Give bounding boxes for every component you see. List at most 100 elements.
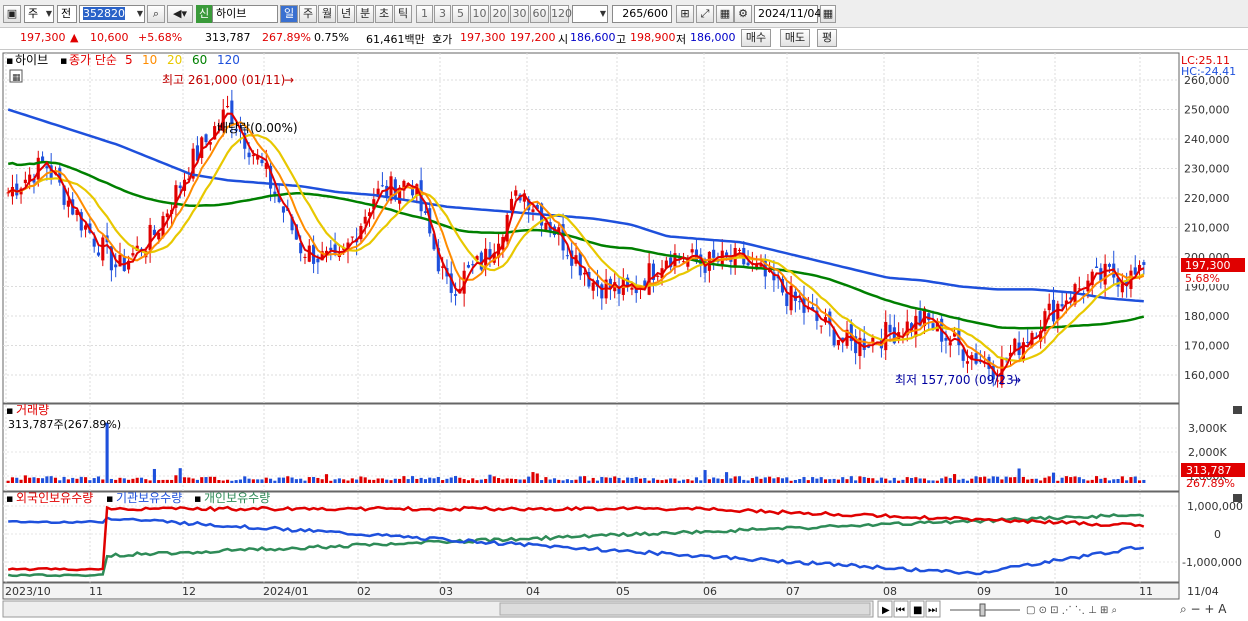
window-icon[interactable]: ▣ (3, 5, 21, 23)
search-icon[interactable]: ⌕ (147, 5, 165, 23)
volume-bar (587, 480, 591, 483)
holding-legend-item: 기관보유수량 (116, 491, 182, 505)
volume-bar (638, 478, 643, 483)
volume-bar (312, 476, 316, 483)
volume-bar (453, 476, 458, 483)
volume-bar (243, 476, 247, 483)
volume-bar (686, 479, 690, 483)
panel-settings-icon[interactable]: ▪ (6, 54, 13, 67)
gear-icon[interactable]: ⚙ (734, 5, 752, 23)
volume-bar (561, 480, 565, 483)
volume-bar (385, 479, 389, 483)
volume-bar (221, 480, 225, 483)
zoom-slider-handle[interactable] (979, 603, 986, 617)
zoom-icon[interactable]: ⤢ (696, 5, 714, 23)
interval-button-120[interactable]: 120 (550, 5, 572, 23)
grid-icon[interactable]: ▦ (716, 5, 734, 23)
stock-code-input[interactable]: 352820 ▼ (79, 5, 145, 23)
chevron-down-icon[interactable]: ▼ (137, 6, 143, 22)
period-button-1[interactable]: 주 (299, 5, 317, 23)
current-price: 197,300 (20, 31, 66, 44)
zoom-controls-icon[interactable]: ⌕ − + A (1180, 602, 1227, 616)
volume-bar (66, 479, 70, 483)
candle-body (66, 200, 70, 207)
volume-bar (178, 468, 182, 483)
period-button-3[interactable]: 년 (337, 5, 355, 23)
volume-bar (45, 476, 49, 483)
count-field[interactable]: 265/600 (612, 5, 672, 23)
period-button-4[interactable]: 분 (356, 5, 374, 23)
volume-bar (953, 474, 957, 483)
volume-bar (1073, 476, 1077, 483)
interval-select[interactable]: ▼ (572, 5, 608, 23)
candle-body (114, 264, 118, 268)
main-toolbar: ▣ 주 ▼ 전 352820 ▼ ⌕ ◀▾ 신 하이브 일주월년분초틱 1 3 5 10 2… (0, 0, 1248, 28)
type-select[interactable]: 전 (57, 5, 77, 23)
eval-button[interactable]: 평 (817, 29, 837, 47)
volume-bar (626, 477, 630, 483)
volume-bar (256, 479, 260, 483)
calendar-icon[interactable]: ▦ (820, 5, 836, 23)
x-tick-label: 10 (1054, 585, 1068, 598)
volume-bar (118, 477, 122, 483)
candle-body (84, 225, 88, 230)
volume-bar (733, 476, 737, 483)
candle-body (165, 213, 169, 218)
volume-bar (6, 480, 10, 483)
sell-button[interactable]: 매도 (780, 29, 810, 47)
type-select-value: 전 (61, 7, 72, 20)
mode-select[interactable]: 주 ▼ (24, 5, 54, 23)
interval-button-20[interactable]: 20 (490, 5, 509, 23)
volume-bar (841, 477, 845, 483)
buy-button[interactable]: 매수 (741, 29, 771, 47)
rewind-glyph: ⏮ (896, 605, 905, 616)
volume-bar (540, 480, 544, 483)
candle-body (798, 301, 802, 303)
stock-name-field[interactable]: 하이브 (212, 5, 278, 23)
speaker-icon[interactable]: ◀▾ (167, 5, 193, 23)
period-button-2[interactable]: 월 (318, 5, 336, 23)
interval-button-60[interactable]: 60 (530, 5, 549, 23)
volume-bar (333, 479, 337, 483)
volume-bar (617, 477, 621, 483)
stock-chart[interactable]: ▪ 하이브 ▪ 종가 단순 5 10 20 60 120 ▦ LC:25.11 HC:-… (0, 51, 1248, 621)
interval-button-3[interactable]: 3 (434, 5, 451, 23)
period-button-0[interactable]: 일 (280, 5, 298, 23)
x-tick-label: 07 (786, 585, 800, 598)
crosshair-icon[interactable]: ⊞ (676, 5, 694, 23)
interval-button-5[interactable]: 5 (452, 5, 469, 23)
interval-button-1[interactable]: 1 (416, 5, 433, 23)
dividend-label: 배당락(0.00%) (217, 121, 298, 135)
candle-body (303, 256, 307, 258)
candle-body (15, 183, 19, 196)
volume-bar (772, 478, 776, 483)
volume-bar (471, 478, 475, 483)
candle-body (96, 252, 101, 256)
volume-bar (10, 477, 15, 483)
volume-bar (996, 476, 1000, 483)
volume-bar (466, 480, 471, 483)
volume-bar (570, 480, 574, 483)
candle-body (329, 247, 333, 250)
scrollbar-thumb[interactable] (499, 602, 871, 616)
volume-bar (208, 476, 212, 483)
tool-icons[interactable]: ▢ ⊙ ⊡ ⋰ ⋱ ⊥ ⊞ ⌕ (1026, 605, 1117, 616)
date-field[interactable]: 2024/11/04 (754, 5, 821, 23)
volume-bar (660, 480, 664, 483)
period-button-5[interactable]: 초 (375, 5, 393, 23)
open-label: 시 (558, 33, 569, 46)
volume-bar (359, 476, 363, 483)
volume-bar (402, 476, 406, 483)
volume-bar (613, 476, 617, 483)
stock-name-value: 하이브 (216, 7, 247, 20)
holding-tick-label: -1,000,000 (1182, 556, 1242, 569)
period-button-6[interactable]: 틱 (394, 5, 412, 23)
volume-bar (690, 480, 694, 483)
volume-bar (974, 476, 978, 483)
candle-body (914, 315, 918, 337)
interval-button-30[interactable]: 30 (510, 5, 529, 23)
interval-button-10[interactable]: 10 (470, 5, 489, 23)
close-icon[interactable] (1233, 406, 1242, 414)
volume-bar (191, 478, 195, 483)
candle-body (1060, 304, 1064, 307)
